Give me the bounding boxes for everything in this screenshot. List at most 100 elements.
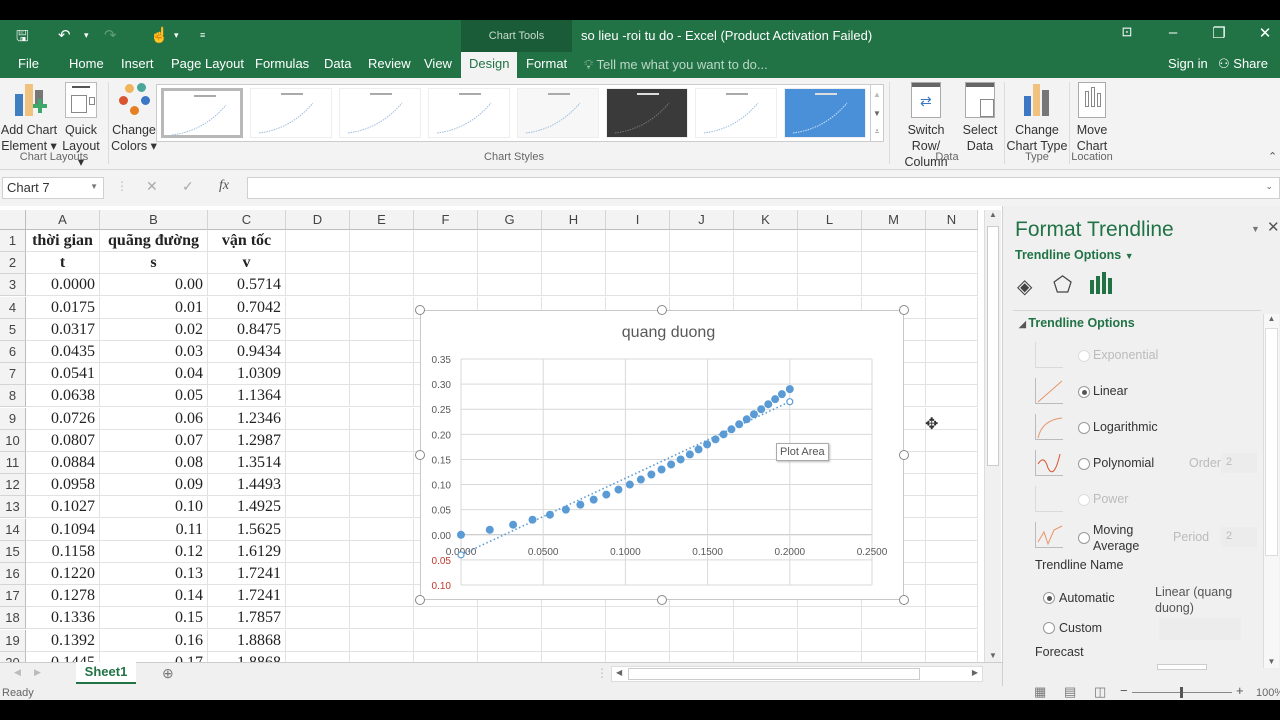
data-cell[interactable]: 0.0000 (26, 274, 100, 297)
trendline-options-section[interactable]: ◢ Trendline Options (1019, 316, 1135, 330)
cell[interactable] (286, 296, 350, 319)
cell[interactable] (350, 496, 414, 519)
cell[interactable] (926, 629, 978, 652)
cell[interactable] (286, 452, 350, 474)
cell[interactable] (926, 651, 978, 662)
cell[interactable] (350, 518, 414, 541)
horizontal-scrollbar[interactable]: ◀ ▶ (611, 666, 983, 682)
cell[interactable] (350, 274, 414, 297)
cell[interactable] (862, 252, 926, 275)
change-chart-type-button[interactable]: Change Chart Type (1006, 78, 1068, 154)
forecast-input[interactable] (1157, 664, 1207, 670)
cell[interactable] (350, 341, 414, 363)
cell[interactable] (286, 540, 350, 563)
column-header-c[interactable]: C (208, 210, 286, 230)
data-cell[interactable]: 0.9434 (208, 341, 286, 363)
row-header[interactable]: 17 (0, 585, 26, 608)
row-header[interactable]: 18 (0, 607, 26, 630)
cell[interactable] (798, 230, 862, 252)
enter-icon[interactable]: ✓ (182, 178, 194, 195)
page-break-view-icon[interactable]: ◫ (1094, 684, 1106, 700)
data-cell[interactable]: 0.0807 (26, 429, 100, 452)
header-cell[interactable]: vận tốc (208, 230, 286, 252)
data-cell[interactable]: 1.8868 (208, 651, 286, 662)
cell[interactable] (670, 629, 734, 652)
header-cell[interactable]: t (26, 252, 100, 275)
cell[interactable] (286, 318, 350, 341)
cell[interactable] (286, 429, 350, 452)
cell[interactable] (478, 629, 542, 652)
trendline-options-dropdown[interactable]: Trendline Options ▼ (1015, 248, 1134, 262)
chart-style-3[interactable] (339, 88, 421, 138)
cell[interactable] (734, 651, 798, 662)
cell[interactable] (350, 230, 414, 252)
data-cell[interactable]: 1.2346 (208, 407, 286, 430)
cell[interactable] (286, 563, 350, 585)
gallery-more-icon[interactable]: ⩡ (871, 123, 883, 141)
column-header-e[interactable]: E (350, 210, 414, 230)
data-cell[interactable]: 1.1364 (208, 385, 286, 408)
data-cell[interactable]: 0.0317 (26, 318, 100, 341)
data-cell[interactable]: 0.1158 (26, 540, 100, 563)
cell[interactable] (926, 563, 978, 585)
column-header-h[interactable]: H (542, 210, 606, 230)
insert-function-icon[interactable]: fx (219, 178, 229, 194)
column-header-n[interactable]: N (926, 210, 978, 230)
cell[interactable] (606, 629, 670, 652)
cell[interactable] (926, 452, 978, 474)
cell[interactable] (926, 341, 978, 363)
resize-handle-top-right[interactable] (899, 305, 909, 315)
data-cell[interactable]: 0.1445 (26, 651, 100, 662)
cell[interactable] (286, 363, 350, 386)
vertical-scroll-thumb[interactable] (987, 226, 999, 466)
tab-view[interactable]: View (424, 56, 452, 71)
redo-icon[interactable]: ↷ (104, 26, 117, 44)
polynomial-radio[interactable] (1078, 458, 1090, 470)
column-header-l[interactable]: L (798, 210, 862, 230)
chart-style-7[interactable] (695, 88, 777, 138)
cell[interactable] (350, 363, 414, 386)
close-icon[interactable]: ✕ (1250, 24, 1280, 42)
cell[interactable] (414, 274, 478, 297)
page-layout-view-icon[interactable]: ▤ (1064, 684, 1076, 700)
pane-scroll-up-icon[interactable]: ▲ (1264, 314, 1279, 328)
pane-scrollbar[interactable]: ▲ ▼ (1263, 314, 1279, 668)
data-cell[interactable]: 0.1278 (26, 585, 100, 608)
linear-radio[interactable] (1078, 386, 1090, 398)
cell[interactable] (350, 429, 414, 452)
cell[interactable] (606, 607, 670, 630)
cell[interactable] (926, 385, 978, 408)
cell[interactable] (862, 629, 926, 652)
cell[interactable] (350, 296, 414, 319)
formula-input[interactable]: ⌄ (247, 177, 1280, 199)
row-header[interactable]: 19 (0, 629, 26, 652)
cell[interactable] (862, 230, 926, 252)
cell[interactable] (798, 252, 862, 275)
row-header[interactable]: 10 (0, 429, 26, 452)
cell[interactable] (542, 651, 606, 662)
cell[interactable] (286, 518, 350, 541)
data-cell[interactable]: 0.7042 (208, 296, 286, 319)
cell[interactable] (926, 296, 978, 319)
tab-home[interactable]: Home (69, 56, 104, 71)
data-cell[interactable]: 0.0175 (26, 296, 100, 319)
header-cell[interactable]: thời gian (26, 230, 100, 252)
cell[interactable] (926, 607, 978, 630)
undo-dropdown-icon[interactable]: ▾ (84, 30, 89, 41)
data-cell[interactable]: 0.1094 (26, 518, 100, 541)
cell[interactable] (350, 607, 414, 630)
tab-data[interactable]: Data (324, 56, 351, 71)
cell[interactable] (286, 607, 350, 630)
share-button[interactable]: ⚇ Share (1218, 56, 1268, 72)
cell[interactable] (286, 230, 350, 252)
data-cell[interactable]: 1.7241 (208, 585, 286, 608)
data-cell[interactable]: 1.6129 (208, 540, 286, 563)
prev-sheet-icon[interactable]: ◀ (14, 667, 21, 678)
row-header[interactable]: 11 (0, 452, 26, 474)
new-sheet-icon[interactable]: ⊕ (162, 665, 174, 682)
moving-average-radio[interactable] (1078, 532, 1090, 544)
horizontal-scroll-thumb[interactable] (628, 668, 920, 680)
cell[interactable] (350, 318, 414, 341)
cell[interactable] (798, 629, 862, 652)
data-cell[interactable]: 0.03 (100, 341, 208, 363)
